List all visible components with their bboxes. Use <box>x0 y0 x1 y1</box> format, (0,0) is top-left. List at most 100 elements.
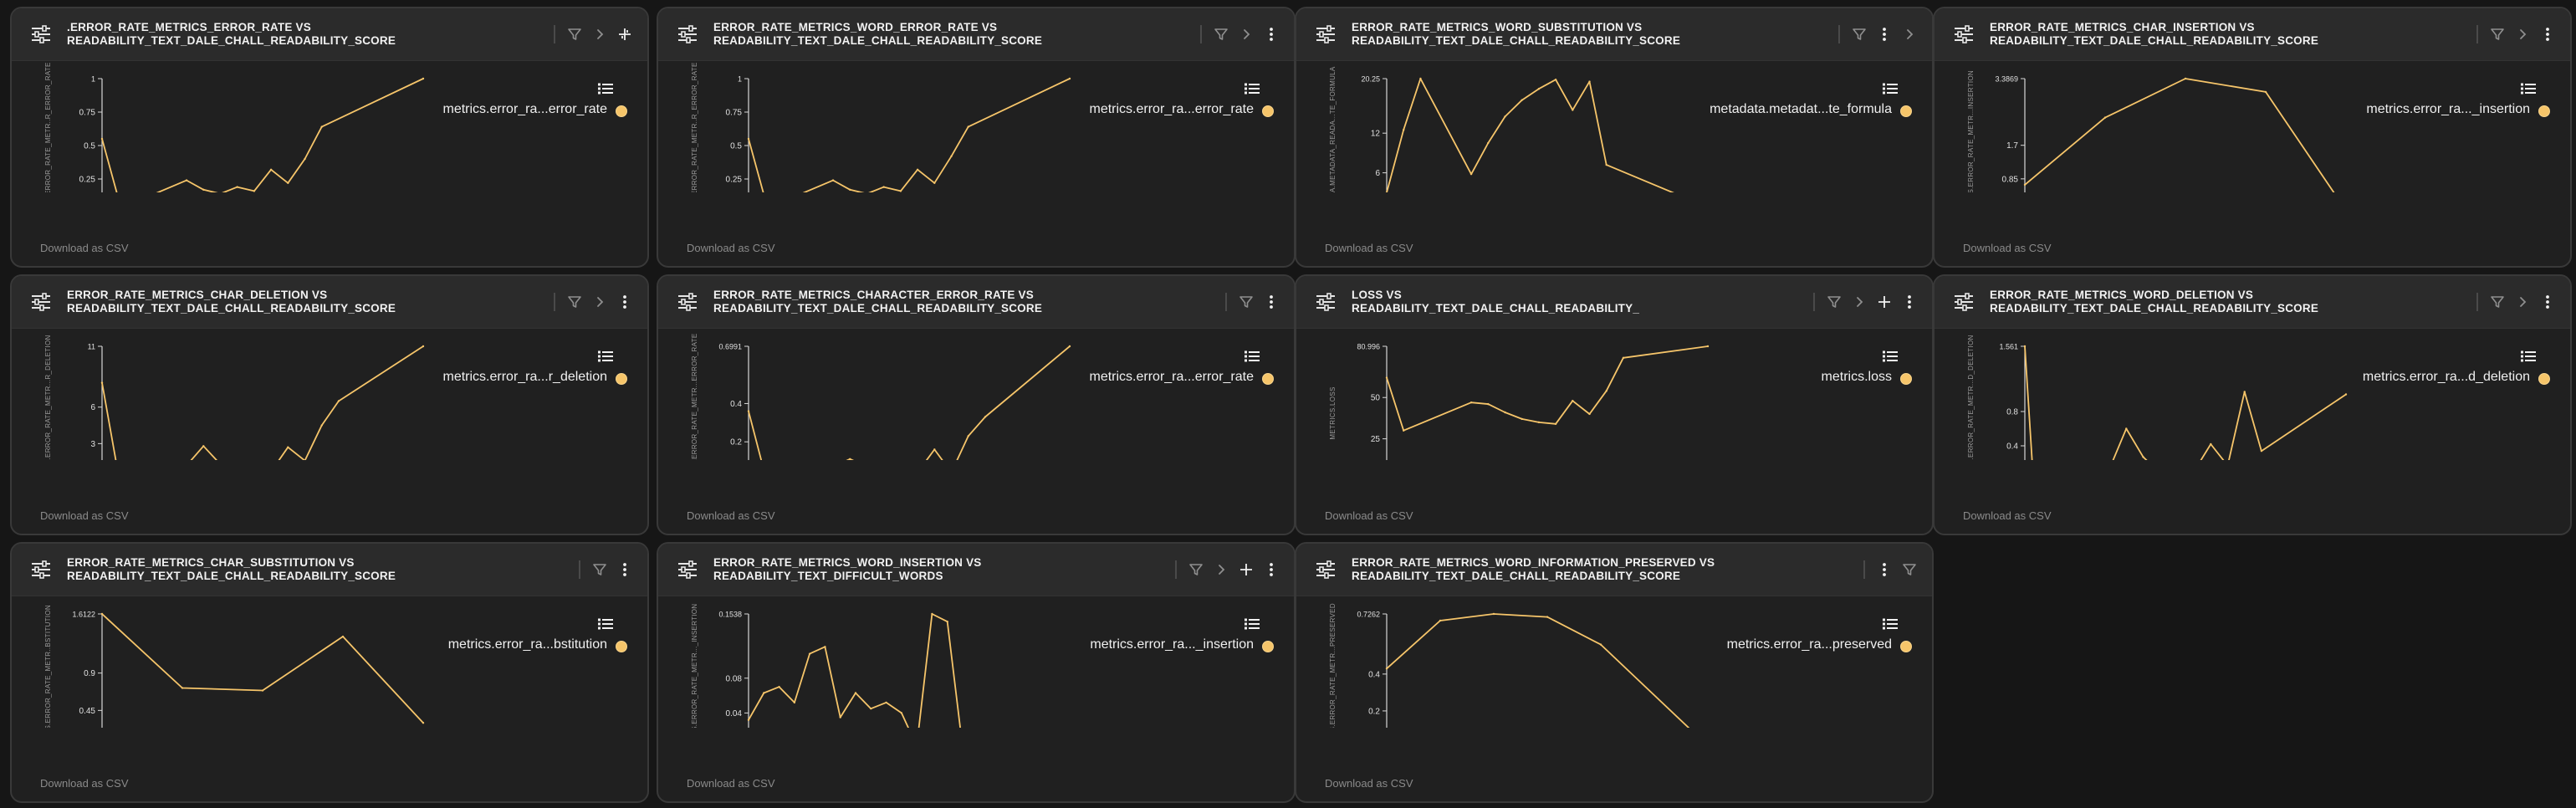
data-point <box>1439 619 1442 622</box>
data-point <box>900 712 903 714</box>
data-point <box>1588 412 1591 416</box>
chart-panel: ERROR_RATE_METRICS_WORD_ERROR_RATE VS RE… <box>657 7 1296 268</box>
data-point <box>1537 88 1541 90</box>
data-point <box>1521 417 1523 421</box>
legend-toggle-icon[interactable] <box>1882 82 1899 95</box>
legend-label: metrics.error_ra...r_deletion <box>442 370 607 384</box>
data-point <box>1469 401 1473 404</box>
legend-toggle-icon[interactable] <box>597 617 614 631</box>
download-csv-link[interactable]: Download as CSV <box>687 242 775 254</box>
chart-panel: .ERROR_RATE_METRICS_ERROR_RATE VS READAB… <box>10 7 649 268</box>
legend-toggle-icon[interactable] <box>1244 617 1260 631</box>
legend-swatch <box>2538 105 2550 117</box>
data-point <box>2264 90 2267 94</box>
data-point <box>422 722 425 724</box>
data-point <box>269 168 273 171</box>
y-axis-title: METRICS.LOSS <box>1329 386 1337 439</box>
y-tick-label: 1 <box>738 75 742 84</box>
data-point <box>1504 411 1506 414</box>
y-tick-label: 11 <box>88 343 95 351</box>
legend-toggle-icon[interactable] <box>597 82 614 95</box>
data-point <box>1504 115 1506 118</box>
y-tick-label: 0.04 <box>726 709 743 719</box>
download-csv-link[interactable]: Download as CSV <box>40 242 129 254</box>
data-point <box>831 179 835 182</box>
download-csv-link[interactable]: Download as CSV <box>1325 509 1413 522</box>
series-line <box>1386 78 1674 192</box>
data-point <box>1605 163 1607 166</box>
legend-toggle-icon[interactable] <box>2520 82 2537 95</box>
data-point <box>763 692 765 694</box>
y-axis-title: METRICS.ERROR_RATE_METR...INSERTION <box>1967 70 1975 192</box>
data-point <box>320 424 323 427</box>
data-point <box>1487 141 1490 145</box>
download-csv-link[interactable]: Download as CSV <box>40 509 129 522</box>
data-point <box>1599 643 1602 646</box>
y-tick-label: 0.75 <box>79 109 96 118</box>
data-point <box>253 190 256 192</box>
y-tick-label: 0.85 <box>2002 175 2019 184</box>
data-point <box>916 168 919 171</box>
legend-label: metadata.metadat...te_formula <box>1710 102 1892 116</box>
download-csv-link[interactable]: Download as CSV <box>1963 509 2052 522</box>
y-tick-label: 0.8 <box>2006 408 2018 417</box>
data-point <box>854 692 857 694</box>
y-tick-label: 0.2 <box>730 438 742 447</box>
data-point <box>1068 345 1071 348</box>
y-axis-title: METRICS.ERROR_RATE_METR...ERROR_RATE <box>691 334 698 460</box>
chart-panel: ERROR_RATE_METRICS_CHARACTER_ERROR_RATE … <box>657 274 1296 535</box>
series-line <box>748 613 961 728</box>
legend-toggle-icon[interactable] <box>1244 82 1260 95</box>
data-point <box>287 182 289 184</box>
data-point <box>422 345 425 348</box>
download-csv-link[interactable]: Download as CSV <box>40 777 129 790</box>
data-point <box>100 137 104 141</box>
data-point <box>931 612 933 616</box>
legend-swatch <box>616 105 627 117</box>
download-csv-link[interactable]: Download as CSV <box>1325 242 1413 254</box>
download-csv-link[interactable]: Download as CSV <box>1963 242 2052 254</box>
y-tick-label: 0.4 <box>1368 670 1380 679</box>
data-point <box>849 188 851 191</box>
data-point <box>1403 429 1405 432</box>
y-tick-label: 0.7262 <box>1357 611 1380 619</box>
legend-label: metrics.error_ra...bstitution <box>447 637 607 652</box>
y-tick-label: 12 <box>1371 130 1381 139</box>
y-tick-label: 1.561 <box>1999 343 2018 351</box>
download-csv-link[interactable]: Download as CSV <box>687 777 775 790</box>
legend-label: metrics.error_ra...error_rate <box>1089 370 1255 384</box>
y-tick-label: 3 <box>90 440 95 449</box>
series-line <box>2024 345 2347 460</box>
line-chart: 00.450.91.61220481216METADATA.METADATA_R… <box>44 605 425 728</box>
legend-swatch <box>1900 373 1912 385</box>
data-point <box>778 685 780 688</box>
data-point <box>2184 77 2187 80</box>
legend-toggle-icon[interactable] <box>597 350 614 363</box>
download-csv-link[interactable]: Download as CSV <box>1325 777 1413 790</box>
line-chart: 0255080.996051019METADATA.METADATA_READA… <box>1329 343 1710 460</box>
legend-label: metrics.error_ra...error_rate <box>1089 102 1255 116</box>
y-tick-label: 50 <box>1371 394 1381 403</box>
legend-toggle-icon[interactable] <box>1244 350 1260 363</box>
data-point <box>287 446 289 448</box>
line-chart: 00.250.50.751051019METADATA.METADATA_REA… <box>44 62 425 192</box>
y-axis-title: METRICS.ERROR_RATE_METR..R_ERROR_RATE <box>44 62 52 192</box>
legend-toggle-icon[interactable] <box>1882 350 1899 363</box>
download-csv-link[interactable]: Download as CSV <box>687 509 775 522</box>
data-point <box>1469 172 1473 176</box>
legend-toggle-icon[interactable] <box>1882 617 1899 631</box>
data-point <box>1537 421 1541 424</box>
data-point <box>824 646 826 648</box>
data-point <box>1546 616 1549 618</box>
chart-panel: LOSS VS READABILITY_TEXT_DALE_CHALL_READ… <box>1295 274 1934 535</box>
data-point <box>1605 390 1607 392</box>
data-point <box>422 77 425 80</box>
legend-toggle-icon[interactable] <box>2520 350 2537 363</box>
data-point <box>2023 183 2027 187</box>
data-point <box>1419 77 1422 80</box>
line-chart: 00.40.81.561051019METADATA.METADATA_READ… <box>1967 335 2348 460</box>
y-tick-label: 80.996 <box>1357 343 1380 351</box>
data-point <box>849 458 851 460</box>
data-point <box>1706 345 1710 348</box>
legend-swatch <box>1262 105 1274 117</box>
